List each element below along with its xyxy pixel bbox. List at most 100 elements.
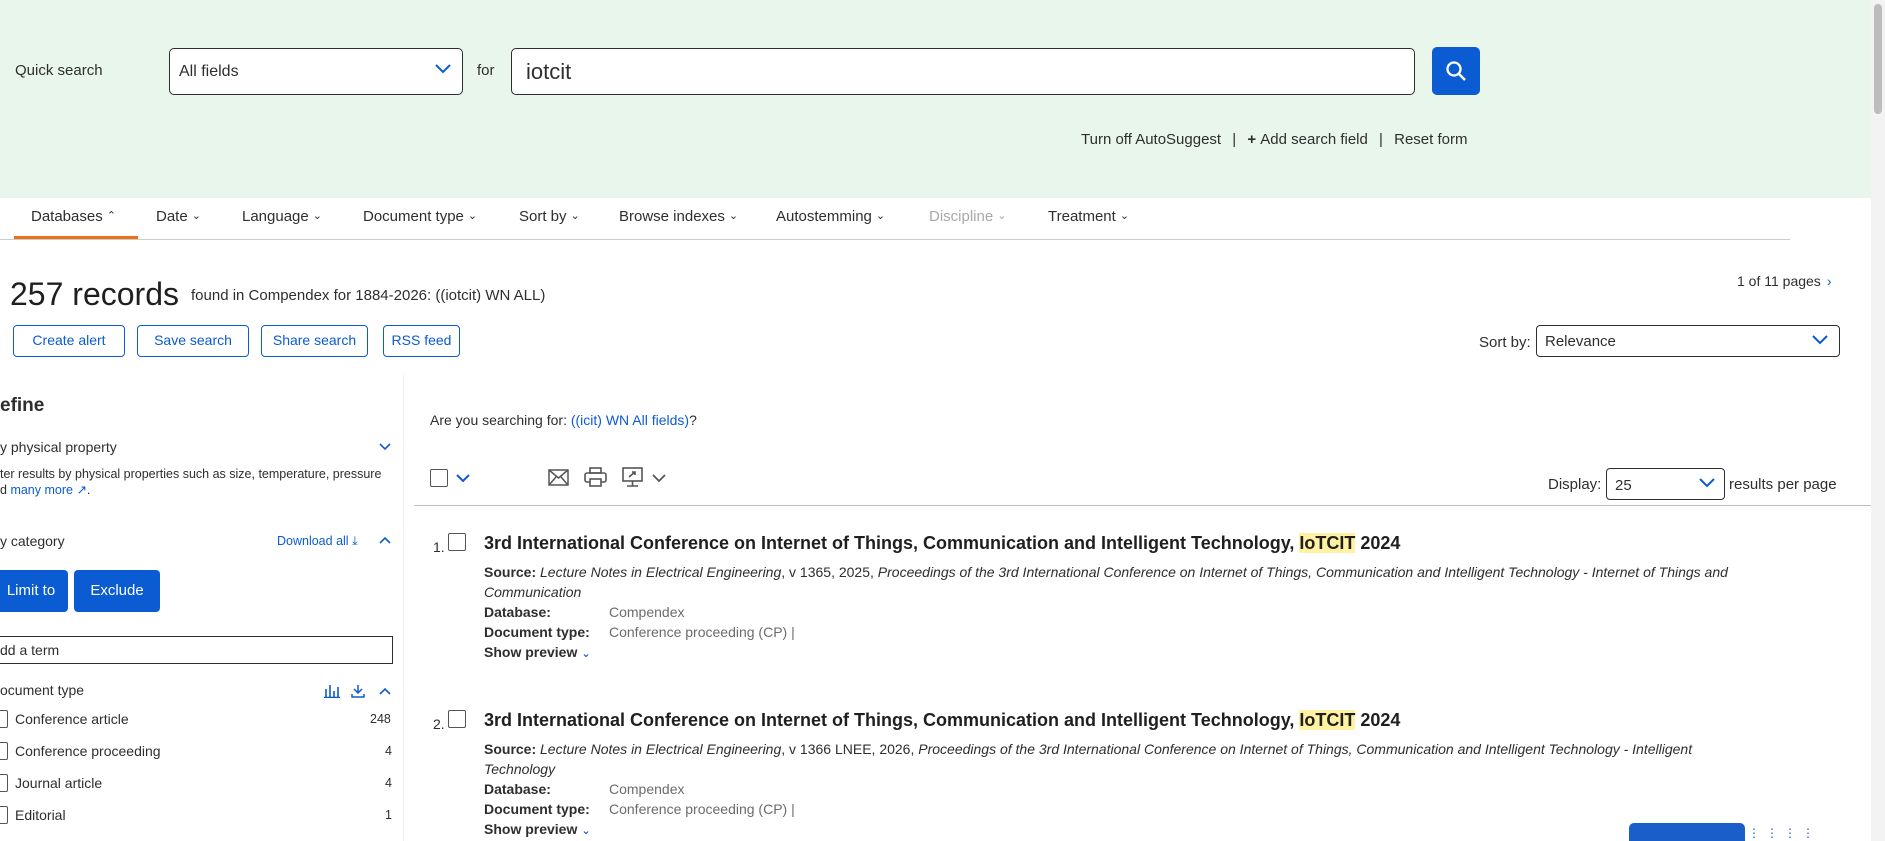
rss-feed-button[interactable]: RSS feed [383, 325, 460, 357]
sort-select[interactable]: Relevance [1536, 325, 1840, 357]
turn-off-autosuggest-link[interactable]: Turn off AutoSuggest [1081, 131, 1221, 148]
tab-date[interactable]: Date ⌄ [156, 208, 201, 225]
scrollbar-thumb[interactable] [1874, 4, 1882, 114]
search-icon [1446, 61, 1466, 81]
chevron-up-icon[interactable] [379, 687, 391, 695]
active-tab-indicator [14, 236, 138, 239]
plus-icon: + [1247, 131, 1257, 148]
result-source: Source: Lecture Notes in Electrical Engi… [484, 741, 1693, 777]
checkbox[interactable] [0, 710, 8, 728]
chevron-down-icon [435, 64, 451, 74]
reset-form-link[interactable]: Reset form [1394, 131, 1467, 148]
chevron-up-icon[interactable] [379, 536, 391, 544]
chevron-down-icon[interactable] [651, 473, 667, 483]
result-document-type: Document type: Conference proceeding (CP)… [484, 801, 795, 817]
chevron-down-icon[interactable] [455, 473, 471, 483]
download-all-link[interactable]: Download all ⤓ [277, 534, 358, 549]
print-icon[interactable] [584, 467, 607, 487]
quick-search-label: Quick search [15, 62, 103, 79]
result-title[interactable]: 3rd International Conference on Internet… [484, 533, 1400, 554]
next-page-icon[interactable]: › [1827, 273, 1832, 289]
search-summary: found in Compendex for 1884-2026: ((iotc… [191, 287, 546, 304]
search-form-links: Turn off AutoSuggest | + Add search fiel… [1081, 131, 1467, 148]
download-icon[interactable] [351, 684, 365, 698]
document-type-title: ocument type [0, 682, 85, 698]
tab-document-type[interactable]: Document type ⌄ [363, 208, 477, 225]
result-title[interactable]: 3rd International Conference on Internet… [484, 710, 1400, 731]
result-checkbox[interactable] [448, 533, 466, 551]
chevron-down-icon[interactable] [379, 443, 391, 451]
results-per-page-label: results per page [1729, 476, 1837, 493]
doc-type-count: 4 [385, 744, 392, 758]
checkbox[interactable] [0, 742, 8, 760]
add-term-input[interactable]: dd a term [0, 636, 393, 664]
results-per-page-select[interactable]: 25 [1606, 468, 1725, 500]
many-more-link[interactable]: many more [10, 483, 73, 497]
suggestion-link[interactable]: ((icit) WN All fields) [571, 412, 689, 428]
chevron-down-icon: ⌄ [581, 825, 591, 837]
category-title: y category [0, 533, 65, 549]
chevron-down-icon: ⌄ [191, 210, 201, 222]
checkbox[interactable] [0, 806, 8, 824]
floating-feedback-widget[interactable] [1629, 823, 1745, 841]
doc-type-label: Journal article [15, 775, 103, 791]
floating-toolbar[interactable]: ⋮⋮⋮⋮ [1748, 826, 1820, 840]
add-search-field-link[interactable]: Add search field [1260, 131, 1368, 148]
tab-treatment[interactable]: Treatment ⌄ [1048, 208, 1129, 225]
save-search-button[interactable]: Save search [137, 325, 249, 357]
checkbox[interactable] [0, 774, 8, 792]
result-document-type: Document type: Conference proceeding (CP)… [484, 624, 795, 640]
display-value: 25 [1615, 477, 1632, 494]
bar-chart-icon[interactable] [324, 684, 340, 698]
chevron-down-icon: ⌄ [1119, 210, 1130, 222]
exclude-button[interactable]: Exclude [74, 570, 160, 612]
separator: | [1232, 131, 1237, 148]
result-number: 1. [433, 539, 445, 555]
scrollbar[interactable] [1871, 0, 1885, 841]
chevron-up-icon: ⌃ [106, 210, 116, 222]
email-icon[interactable] [548, 469, 569, 486]
doc-type-label: Conference proceeding [15, 743, 161, 759]
select-all-checkbox[interactable] [430, 469, 448, 487]
tab-databases[interactable]: Databases ⌃ [31, 208, 116, 225]
for-label: for [477, 62, 495, 79]
show-preview-link[interactable]: Show preview ⌄ [484, 821, 591, 837]
result-database: Database: Compendex [484, 781, 685, 797]
record-count: 257 records [10, 276, 179, 312]
search-field-select[interactable]: All fields [169, 48, 463, 95]
chevron-down-icon: ⌄ [997, 210, 1007, 222]
tab-sort-by[interactable]: Sort by ⌄ [519, 208, 580, 225]
divider [403, 375, 404, 841]
create-alert-button[interactable]: Create alert [13, 325, 125, 357]
add-term-placeholder: dd a term [0, 642, 60, 658]
export-icon[interactable] [622, 467, 643, 487]
tab-language[interactable]: Language ⌄ [242, 208, 322, 225]
tab-discipline: Discipline ⌄ [929, 208, 1007, 225]
tab-autostemming[interactable]: Autostemming ⌄ [776, 208, 885, 225]
search-input[interactable]: iotcit [511, 48, 1415, 95]
chevron-down-icon [1812, 335, 1828, 345]
tab-browse-indexes[interactable]: Browse indexes ⌄ [619, 208, 738, 225]
highlight: IoTCIT [1299, 533, 1356, 553]
search-query-text: iotcit [526, 59, 572, 84]
result-source: Source: Lecture Notes in Electrical Engi… [484, 564, 1728, 600]
pagination: 1 of 11 pages › [1737, 273, 1831, 289]
search-field-value: All fields [179, 63, 239, 80]
search-button[interactable] [1432, 47, 1480, 95]
highlight: IoTCIT [1299, 710, 1356, 730]
result-checkbox[interactable] [448, 710, 466, 728]
physical-property-title[interactable]: y physical property [0, 439, 117, 455]
result-number: 2. [433, 716, 445, 732]
filter-tabs: Databases ⌃ Date ⌄ Language ⌄ Document type… [0, 200, 1790, 240]
physical-property-description: ter results by physical properties such … [0, 467, 382, 481]
download-icon: ⤓ [352, 534, 358, 548]
chevron-down-icon: ⌄ [312, 210, 322, 222]
doc-type-count: 1 [385, 808, 392, 822]
sort-by-label: Sort by: [1479, 334, 1531, 351]
result-database: Database: Compendex [484, 604, 685, 620]
share-search-button[interactable]: Share search [261, 325, 368, 357]
chevron-down-icon: ⌄ [581, 648, 591, 660]
limit-to-button[interactable]: Limit to [0, 570, 68, 612]
sort-value: Relevance [1545, 333, 1616, 350]
show-preview-link[interactable]: Show preview ⌄ [484, 644, 591, 660]
